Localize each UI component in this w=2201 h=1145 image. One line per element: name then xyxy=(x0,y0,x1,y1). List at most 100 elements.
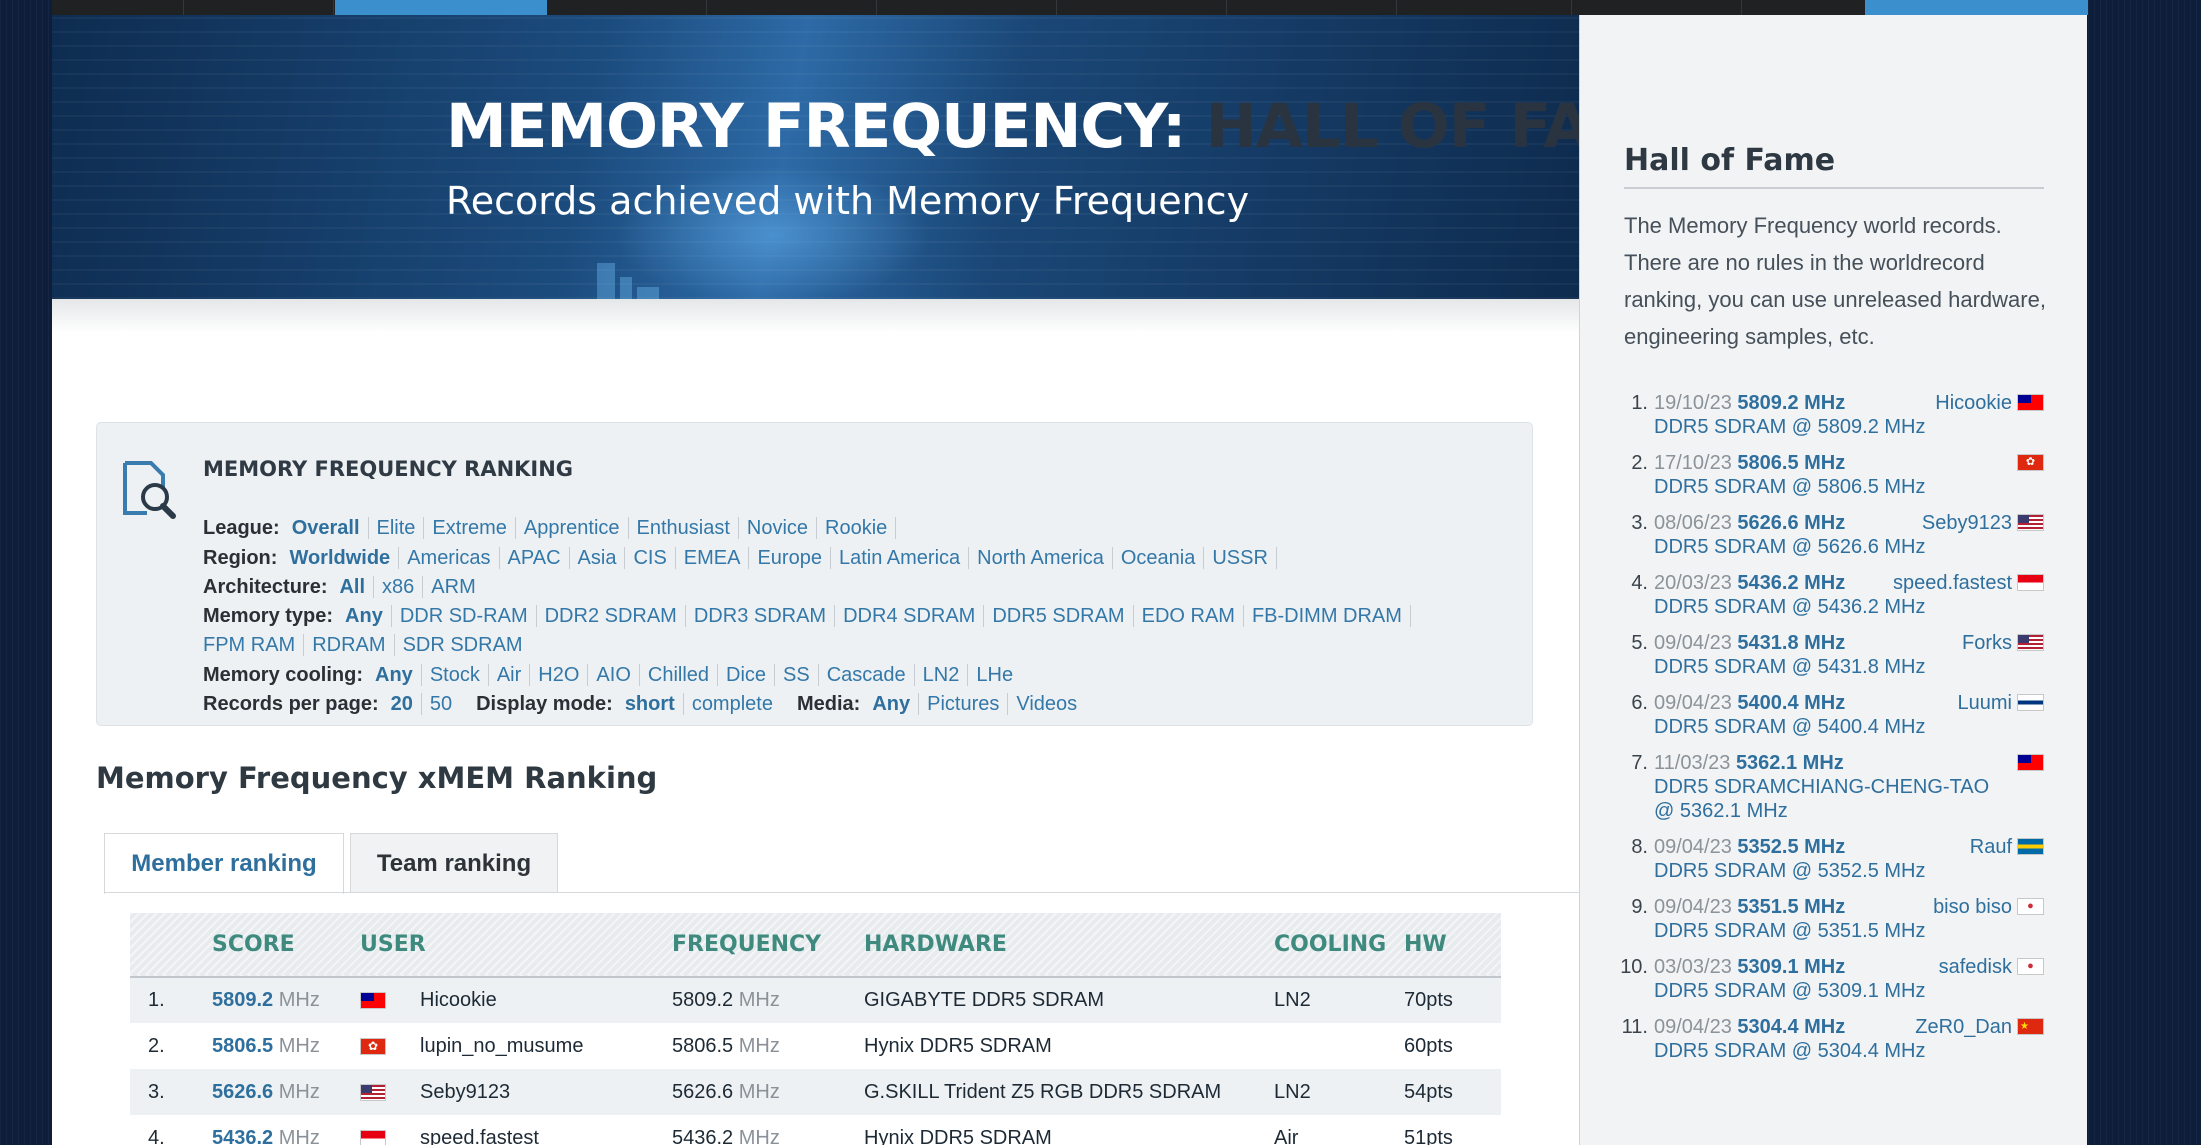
region-option[interactable]: CIS xyxy=(625,547,676,569)
user-link[interactable]: Forks xyxy=(1962,631,2012,655)
region-option[interactable]: Asia xyxy=(569,547,626,569)
col-score[interactable]: SCORE xyxy=(212,913,360,977)
score-value[interactable]: 5436.2 xyxy=(212,1127,273,1145)
cooling-option[interactable]: Dice xyxy=(718,664,776,686)
memory-type-option[interactable]: DDR5 SDRAM xyxy=(984,605,1134,627)
score-value[interactable]: 5806.5 xyxy=(212,1035,273,1057)
col-frequency[interactable]: FREQUENCY xyxy=(672,913,864,977)
cooling-option[interactable]: Air xyxy=(488,664,531,686)
region-option[interactable]: Oceania xyxy=(1112,547,1205,569)
user-link[interactable]: Hicookie xyxy=(1935,391,2012,415)
tab-team-ranking[interactable]: Team ranking xyxy=(350,833,558,893)
league-option[interactable]: Extreme xyxy=(424,517,516,539)
league-option[interactable]: Elite xyxy=(368,517,425,539)
league-option-overall[interactable]: Overall xyxy=(287,517,369,539)
score-value[interactable]: 5809.2 xyxy=(212,989,273,1011)
region-option[interactable]: Americas xyxy=(399,547,500,569)
list-item[interactable]: 1. 19/10/23 5809.2 MHz Hicookie DDR5 SDR… xyxy=(1618,391,2048,439)
display-mode-complete[interactable]: complete xyxy=(684,693,781,715)
league-option[interactable]: Rookie xyxy=(817,517,897,539)
user-link[interactable]: speed.fastest xyxy=(1893,571,2012,595)
user-link[interactable]: speed.fastest xyxy=(420,1127,539,1145)
list-item[interactable]: 5. 09/04/23 5431.8 MHz Forks DDR5 SDRAM … xyxy=(1618,631,2048,679)
list-item[interactable]: 2. 17/10/23 5806.5 MHz ✿ DDR5 SDRAM @ 58… xyxy=(1618,451,2048,499)
user-link[interactable]: Rauf xyxy=(1970,835,2012,859)
table-row[interactable]: 3. 5626.6 MHz Seby9123 5626.6 MHz G.SKIL… xyxy=(130,1069,1501,1115)
cooling-option[interactable]: SS xyxy=(775,664,819,686)
memory-type-option-any[interactable]: Any xyxy=(341,605,392,627)
region-option[interactable]: Latin America xyxy=(830,547,970,569)
cooling-option-any[interactable]: Any xyxy=(371,664,422,686)
nav-item-right[interactable] xyxy=(1865,0,2088,15)
memory-type-option[interactable]: EDO RAM xyxy=(1133,605,1244,627)
list-item[interactable]: 7. 11/03/23 5362.1 MHz DDR5 SDRAMCHIANG-… xyxy=(1618,751,2048,823)
list-item[interactable]: 11. 09/04/23 5304.4 MHz ZeR0_Dan ★ DDR5 … xyxy=(1618,1015,2048,1063)
user-link[interactable]: biso biso xyxy=(1933,895,2012,919)
region-option[interactable]: USSR xyxy=(1204,547,1277,569)
user-link[interactable]: ZeR0_Dan xyxy=(1915,1015,2012,1039)
league-option[interactable]: Novice xyxy=(738,517,818,539)
nav-item[interactable] xyxy=(1572,0,1742,15)
cooling-option[interactable]: AIO xyxy=(588,664,640,686)
nav-item[interactable] xyxy=(1742,0,1872,15)
memory-type-option[interactable]: DDR3 SDRAM xyxy=(685,605,836,627)
col-cooling[interactable]: COOLING xyxy=(1274,913,1404,977)
list-item[interactable]: 8. 09/04/23 5352.5 MHz Rauf DDR5 SDRAM @… xyxy=(1618,835,2048,883)
architecture-option-all[interactable]: All xyxy=(335,576,375,598)
table-row[interactable]: 4. 5436.2 MHz speed.fastest 5436.2 MHz H… xyxy=(130,1115,1501,1145)
table-row[interactable]: 1. 5809.2 MHz Hicookie 5809.2 MHz GIGABY… xyxy=(130,977,1501,1023)
user-link[interactable]: safedisk xyxy=(1939,955,2012,979)
nav-item-active[interactable] xyxy=(335,0,547,15)
cooling-option[interactable]: Chilled xyxy=(639,664,719,686)
region-option[interactable]: EMEA xyxy=(675,547,750,569)
hardware-link[interactable]: G.SKILL Trident Z5 RGB DDR5 SDRAM xyxy=(864,1069,1274,1115)
user-link[interactable]: Seby9123 xyxy=(420,1081,510,1103)
list-item[interactable]: 9. 09/04/23 5351.5 MHz biso biso ● DDR5 … xyxy=(1618,895,2048,943)
memory-type-option[interactable]: SDR SDRAM xyxy=(395,634,531,656)
cooling-option[interactable]: LN2 xyxy=(914,664,969,686)
memory-type-option[interactable]: DDR4 SDRAM xyxy=(835,605,985,627)
records-per-page-20[interactable]: 20 xyxy=(386,693,422,715)
memory-type-option[interactable]: RDRAM xyxy=(304,634,395,656)
col-hardware[interactable]: HARDWARE xyxy=(864,913,1274,977)
hardware-link[interactable]: GIGABYTE DDR5 SDRAM xyxy=(864,977,1274,1023)
nav-item[interactable] xyxy=(1397,0,1572,15)
cooling-option[interactable]: H2O xyxy=(530,664,589,686)
list-item[interactable]: 4. 20/03/23 5436.2 MHz speed.fastest DDR… xyxy=(1618,571,2048,619)
cooling-option[interactable]: LHe xyxy=(968,664,1021,686)
region-option[interactable]: North America xyxy=(969,547,1113,569)
memory-type-option[interactable]: FB-DIMM DRAM xyxy=(1243,605,1411,627)
region-option-worldwide[interactable]: Worldwide xyxy=(285,547,400,569)
score-value[interactable]: 5626.6 xyxy=(212,1081,273,1103)
region-option[interactable]: Europe xyxy=(749,547,831,569)
media-option-pictures[interactable]: Pictures xyxy=(919,693,1009,715)
architecture-option[interactable]: ARM xyxy=(423,576,483,598)
nav-item[interactable] xyxy=(1227,0,1397,15)
media-option-any[interactable]: Any xyxy=(868,693,920,715)
user-link[interactable]: Luumi xyxy=(1958,691,2012,715)
league-option[interactable]: Apprentice xyxy=(515,517,629,539)
table-row[interactable]: 2. 5806.5 MHz ✿ lupin_no_musume 5806.5 MH… xyxy=(130,1023,1501,1069)
nav-item[interactable] xyxy=(1057,0,1227,15)
nav-item[interactable] xyxy=(547,0,707,15)
memory-type-option[interactable]: FPM RAM xyxy=(203,634,305,656)
col-hw[interactable]: HW xyxy=(1404,913,1501,977)
hardware-link[interactable]: Hynix DDR5 SDRAM xyxy=(864,1023,1274,1069)
list-item[interactable]: 3. 08/06/23 5626.6 MHz Seby9123 DDR5 SDR… xyxy=(1618,511,2048,559)
user-link[interactable]: lupin_no_musume xyxy=(420,1035,583,1057)
memory-type-option[interactable]: DDR2 SDRAM xyxy=(536,605,686,627)
nav-item[interactable] xyxy=(707,0,877,15)
cooling-option[interactable]: Cascade xyxy=(818,664,915,686)
nav-item[interactable] xyxy=(52,0,184,15)
user-link[interactable]: Hicookie xyxy=(420,989,497,1011)
league-option[interactable]: Enthusiast xyxy=(628,517,739,539)
records-per-page-50[interactable]: 50 xyxy=(422,693,460,715)
list-item[interactable]: 6. 09/04/23 5400.4 MHz Luumi DDR5 SDRAM … xyxy=(1618,691,2048,739)
cooling-option[interactable]: Stock xyxy=(421,664,489,686)
user-link[interactable]: Seby9123 xyxy=(1922,511,2012,535)
nav-item[interactable] xyxy=(184,0,334,15)
nav-item[interactable] xyxy=(877,0,1057,15)
media-option-videos[interactable]: Videos xyxy=(1008,693,1085,715)
region-option[interactable]: APAC xyxy=(499,547,570,569)
hardware-link[interactable]: Hynix DDR5 SDRAM xyxy=(864,1115,1274,1145)
